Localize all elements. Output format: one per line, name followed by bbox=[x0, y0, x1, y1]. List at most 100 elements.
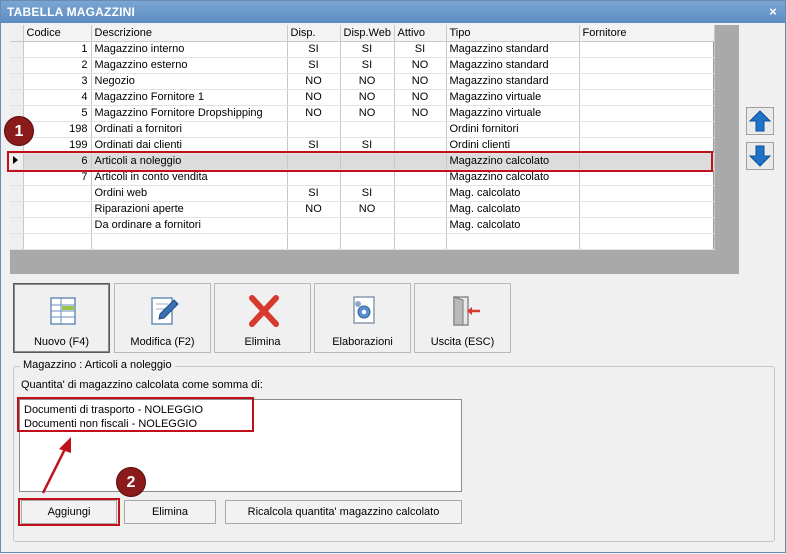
column-header-dispweb[interactable]: Disp.Web bbox=[340, 25, 395, 42]
cell-tipo[interactable] bbox=[446, 233, 580, 250]
cell-tipo[interactable]: Magazzino calcolato bbox=[446, 153, 580, 170]
uscita-button[interactable]: Uscita (ESC) bbox=[414, 283, 511, 353]
cell-dispweb[interactable] bbox=[340, 121, 395, 138]
cell-fornitore[interactable] bbox=[579, 89, 715, 106]
cell-attivo[interactable]: NO bbox=[394, 57, 447, 74]
cell-disp[interactable]: SI bbox=[287, 185, 341, 202]
cell-descrizione[interactable]: Magazzino esterno bbox=[91, 57, 288, 74]
cell-fornitore[interactable] bbox=[579, 217, 715, 234]
column-header-codice[interactable]: Codice bbox=[23, 25, 92, 42]
cell-tipo[interactable]: Ordini fornitori bbox=[446, 121, 580, 138]
cell-dispweb[interactable]: SI bbox=[340, 185, 395, 202]
cell-fornitore[interactable] bbox=[579, 73, 715, 90]
cell-fornitore[interactable] bbox=[579, 233, 715, 250]
elaborazioni-button[interactable]: Elaborazioni bbox=[314, 283, 411, 353]
cell-attivo[interactable]: NO bbox=[394, 105, 447, 122]
cell-disp[interactable] bbox=[287, 217, 341, 234]
cell-dispweb[interactable] bbox=[340, 169, 395, 186]
cell-fornitore[interactable] bbox=[579, 57, 715, 74]
cell-codice[interactable]: 4 bbox=[23, 89, 92, 106]
cell-codice[interactable] bbox=[23, 233, 92, 250]
table-row[interactable]: Ordini web SI SI Mag. calcolato bbox=[10, 185, 715, 202]
table-row[interactable] bbox=[10, 233, 715, 250]
cell-dispweb[interactable]: SI bbox=[340, 41, 395, 58]
list-item[interactable]: Documenti di trasporto - NOLEGGIO bbox=[24, 403, 457, 417]
cell-attivo[interactable] bbox=[394, 153, 447, 170]
table-row[interactable]: 1 Magazzino interno SI SI SI Magazzino standa… bbox=[10, 41, 715, 58]
cell-codice[interactable]: 3 bbox=[23, 73, 92, 90]
cell-attivo[interactable] bbox=[394, 121, 447, 138]
cell-descrizione[interactable]: Magazzino Fornitore Dropshipping bbox=[91, 105, 288, 122]
list-item[interactable]: Documenti non fiscali - NOLEGGIO bbox=[24, 417, 457, 431]
cell-descrizione[interactable]: Magazzino Fornitore 1 bbox=[91, 89, 288, 106]
cell-descrizione[interactable]: Ordinati a fornitori bbox=[91, 121, 288, 138]
cell-descrizione[interactable]: Ordini web bbox=[91, 185, 288, 202]
cell-codice[interactable] bbox=[23, 185, 92, 202]
cell-descrizione[interactable]: Negozio bbox=[91, 73, 288, 90]
cell-fornitore[interactable] bbox=[579, 169, 715, 186]
cell-attivo[interactable] bbox=[394, 217, 447, 234]
table-row[interactable]: 199 Ordinati dai clienti SI SI Ordini client… bbox=[10, 137, 715, 154]
nuovo-button[interactable]: Nuovo (F4) bbox=[13, 283, 110, 353]
cell-attivo[interactable] bbox=[394, 201, 447, 218]
cell-tipo[interactable]: Mag. calcolato bbox=[446, 185, 580, 202]
cell-codice[interactable] bbox=[23, 217, 92, 234]
cell-disp[interactable] bbox=[287, 121, 341, 138]
cell-disp[interactable]: SI bbox=[287, 57, 341, 74]
cell-disp[interactable]: NO bbox=[287, 73, 341, 90]
cell-codice[interactable]: 1 bbox=[23, 41, 92, 58]
table-row[interactable]: 4 Magazzino Fornitore 1 NO NO NO Magazzino vi… bbox=[10, 89, 715, 106]
table-row[interactable]: 3 Negozio NO NO NO Magazzino standard bbox=[10, 73, 715, 90]
table-row[interactable]: Da ordinare a fornitori Mag. calcolato bbox=[10, 217, 715, 234]
cell-attivo[interactable]: NO bbox=[394, 73, 447, 90]
cell-tipo[interactable]: Mag. calcolato bbox=[446, 217, 580, 234]
table-row[interactable]: 2 Magazzino esterno SI SI NO Magazzino standa… bbox=[10, 57, 715, 74]
cell-disp[interactable] bbox=[287, 169, 341, 186]
elimina-button[interactable]: Elimina bbox=[214, 283, 311, 353]
cell-descrizione[interactable] bbox=[91, 233, 288, 250]
cell-descrizione[interactable]: Magazzino interno bbox=[91, 41, 288, 58]
ricalcola-button[interactable]: Ricalcola quantita' magazzino calcolato bbox=[225, 500, 462, 524]
cell-disp[interactable] bbox=[287, 153, 341, 170]
cell-disp[interactable]: NO bbox=[287, 105, 341, 122]
cell-attivo[interactable] bbox=[394, 137, 447, 154]
cell-tipo[interactable]: Magazzino standard bbox=[446, 73, 580, 90]
table-row[interactable]: 6 Articoli a noleggio Magazzino calcolato bbox=[10, 153, 715, 170]
cell-disp[interactable]: SI bbox=[287, 137, 341, 154]
cell-disp[interactable]: NO bbox=[287, 201, 341, 218]
cell-dispweb[interactable]: NO bbox=[340, 89, 395, 106]
cell-fornitore[interactable] bbox=[579, 121, 715, 138]
cell-disp[interactable]: SI bbox=[287, 41, 341, 58]
cell-tipo[interactable]: Magazzino standard bbox=[446, 41, 580, 58]
cell-tipo[interactable]: Magazzino virtuale bbox=[446, 89, 580, 106]
aggiungi-button[interactable]: Aggiungi bbox=[21, 500, 117, 524]
cell-attivo[interactable]: SI bbox=[394, 41, 447, 58]
cell-fornitore[interactable] bbox=[579, 105, 715, 122]
cell-codice[interactable]: 5 bbox=[23, 105, 92, 122]
cell-dispweb[interactable]: NO bbox=[340, 105, 395, 122]
cell-dispweb[interactable]: NO bbox=[340, 201, 395, 218]
elimina-source-button[interactable]: Elimina bbox=[124, 500, 216, 524]
cell-tipo[interactable]: Ordini clienti bbox=[446, 137, 580, 154]
cell-fornitore[interactable] bbox=[579, 185, 715, 202]
column-header-fornitore[interactable]: Fornitore bbox=[579, 25, 715, 42]
close-icon[interactable]: × bbox=[769, 1, 777, 23]
cell-codice[interactable]: 2 bbox=[23, 57, 92, 74]
column-header-descrizione[interactable]: Descrizione bbox=[91, 25, 288, 42]
cell-attivo[interactable] bbox=[394, 233, 447, 250]
move-up-button[interactable] bbox=[746, 107, 774, 135]
column-header-disp[interactable]: Disp. bbox=[287, 25, 341, 42]
cell-dispweb[interactable] bbox=[340, 217, 395, 234]
cell-dispweb[interactable]: SI bbox=[340, 137, 395, 154]
table-row[interactable]: Riparazioni aperte NO NO Mag. calcolato bbox=[10, 201, 715, 218]
cell-attivo[interactable]: NO bbox=[394, 89, 447, 106]
cell-descrizione[interactable]: Articoli a noleggio bbox=[91, 153, 288, 170]
cell-codice[interactable]: 6 bbox=[23, 153, 92, 170]
cell-codice[interactable] bbox=[23, 201, 92, 218]
modifica-button[interactable]: Modifica (F2) bbox=[114, 283, 211, 353]
cell-dispweb[interactable] bbox=[340, 233, 395, 250]
cell-tipo[interactable]: Magazzino virtuale bbox=[446, 105, 580, 122]
cell-tipo[interactable]: Magazzino calcolato bbox=[446, 169, 580, 186]
cell-fornitore[interactable] bbox=[579, 153, 715, 170]
table-row[interactable]: 5 Magazzino Fornitore Dropshipping NO NO NO M… bbox=[10, 105, 715, 122]
